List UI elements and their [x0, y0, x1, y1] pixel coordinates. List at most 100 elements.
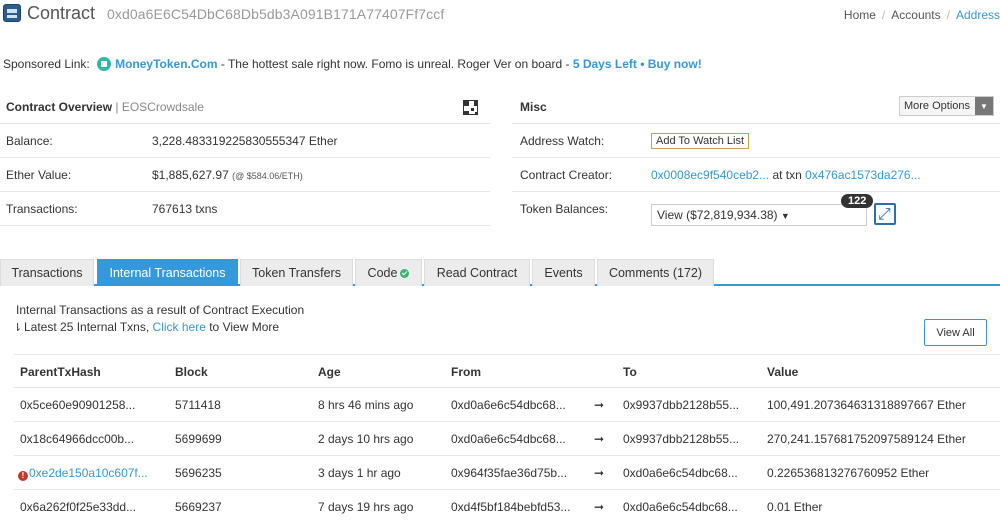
tab-token-transfers[interactable]: Token Transfers [240, 259, 353, 286]
misc-panel: Misc More Options ▼ Address Watch: Add T… [512, 90, 1000, 226]
transactions-label: Transactions: [6, 202, 78, 216]
sponsored-text: - The hottest sale right now. Fomo is un… [217, 57, 573, 71]
moneytoken-logo-icon [97, 57, 112, 71]
transactions-value: 767613 txns [152, 202, 218, 216]
click-here-link[interactable]: Click here [153, 320, 206, 334]
column-header-to: To [623, 365, 637, 379]
sort-icon: ⇂ [13, 321, 23, 334]
tab-internal-transactions[interactable]: Internal Transactions [97, 259, 238, 286]
misc-title: Misc [520, 100, 547, 114]
tab-events[interactable]: Events [532, 259, 595, 286]
balance-label: Balance: [6, 134, 53, 148]
column-header-age: Age [318, 365, 341, 379]
to-address: 0xd0a6e6c54dbc68... [623, 466, 738, 480]
contract-creator-row: Contract Creator: 0x0008ec9f540ceb2... a… [512, 158, 1000, 192]
transactions-row: Transactions: 767613 txns [0, 192, 490, 226]
to-address-link[interactable]: 0x9937dbb2128b55... [623, 432, 739, 446]
contract-creator-label: Contract Creator: [520, 168, 613, 182]
misc-header: Misc More Options ▼ [512, 90, 1000, 124]
block-link[interactable]: 5711418 [175, 398, 221, 412]
page-title: Contract [27, 3, 96, 23]
from-address-link[interactable]: 0xd4f5bf184bebfd53... [451, 500, 570, 514]
sponsored-brand-link[interactable]: MoneyToken.Com [115, 57, 217, 71]
table-header-row: ParentTxHash Block Age From To Value [14, 354, 1000, 387]
table-row: 0x18c64966dcc00b... 5699699 2 days 10 hr… [14, 421, 1000, 455]
balance-row: Balance: 3,228.483319225830555347 Ether [0, 124, 490, 158]
more-options-button[interactable]: More Options ▼ [898, 96, 994, 116]
age: 3 days 1 hr ago [318, 466, 401, 480]
parent-tx-hash-link[interactable]: 0x5ce60e90901258... [20, 398, 135, 412]
arrow-right-icon: ➞ [594, 398, 605, 412]
tab-read-contract[interactable]: Read Contract [424, 259, 530, 286]
breadcrumb-separator: / [881, 8, 886, 22]
ether-rate: (@ $584.06/ETH) [232, 171, 303, 181]
balance-value: 3,228.483319225830555347 Ether [152, 134, 338, 148]
block-link[interactable]: 5699699 [175, 432, 222, 446]
contract-overview-panel: Contract Overview | EOSCrowdsale Balance… [0, 90, 490, 226]
column-header-value: Value [767, 365, 799, 379]
breadcrumb-accounts[interactable]: Accounts [891, 8, 940, 22]
from-address: 0xd0a6e6c54dbc68... [451, 432, 566, 446]
verified-check-icon [400, 268, 410, 278]
page-header: Contract 0xd0a6E6C54DbC68Db5db3A091B171A… [0, 0, 1000, 30]
token-balances-label: Token Balances: [520, 202, 609, 216]
internal-tx-caption: Internal Transactions as a result of Con… [16, 303, 305, 317]
tab-comments[interactable]: Comments (172) [597, 259, 714, 286]
tab-code[interactable]: Code [355, 259, 422, 286]
latest-count-text: Latest 25 Internal Txns, [24, 320, 153, 334]
view-more-text: to View More [205, 320, 280, 334]
address-watch-label: Address Watch: [520, 134, 605, 148]
block-link[interactable]: 5696235 [175, 466, 222, 480]
value: 270,241.157681752097589124 Ether [767, 432, 966, 446]
breadcrumb-home[interactable]: Home [844, 8, 876, 22]
column-header-from: From [451, 365, 481, 379]
parent-tx-hash-link[interactable]: 0x6a262f0f25e33dd... [20, 500, 136, 514]
table-row: 0x6a262f0f25e33dd... 5669237 7 days 19 h… [14, 489, 1000, 522]
sponsored-cta-link[interactable]: 5 Days Left • Buy now! [573, 57, 702, 71]
view-all-button[interactable]: View All [924, 319, 987, 346]
column-header-block: Block [175, 365, 208, 379]
token-balances-selected: View ($72,819,934.38) [657, 208, 778, 222]
address-watch-row: Address Watch: Add To Watch List [512, 124, 1000, 158]
contract-creator-value: 0x0008ec9f540ceb2... at txn 0x476ac1573d… [651, 168, 921, 182]
arrow-right-icon: ➞ [594, 466, 605, 480]
contract-address: 0xd0a6E6C54DbC68Db5db3A091B171A77407Ff7c… [107, 6, 445, 22]
internal-tx-table: ParentTxHash Block Age From To Value 0x5… [14, 354, 1000, 522]
token-balances-dropdown[interactable]: View ($72,819,934.38) ▼ [651, 204, 867, 226]
age: 7 days 19 hrs ago [318, 500, 414, 514]
creator-txn-link[interactable]: 0x476ac1573da276... [805, 168, 920, 182]
qr-code-icon[interactable] [463, 100, 478, 115]
arrow-right-icon: ➞ [594, 500, 605, 514]
creator-address-link[interactable]: 0x0008ec9f540ceb2... [651, 168, 769, 182]
overview-subtitle: | EOSCrowdsale [115, 100, 204, 114]
to-address: 0xd0a6e6c54dbc68... [623, 500, 738, 514]
error-icon: ! [18, 471, 28, 481]
more-options-label: More Options [903, 100, 970, 112]
arrow-right-icon: ➞ [594, 432, 605, 446]
parent-tx-hash-cell: ! 0xe2de150a10c607f... [18, 466, 148, 481]
add-to-watch-list-button[interactable]: Add To Watch List [651, 133, 750, 149]
chevron-down-icon: ▼ [975, 97, 993, 115]
age: 2 days 10 hrs ago [318, 432, 414, 446]
parent-tx-hash-link[interactable]: 0x18c64966dcc00b... [20, 432, 134, 446]
ether-value-label: Ether Value: [6, 168, 72, 182]
breadcrumb-address: Address [955, 8, 1000, 22]
expand-icon[interactable] [874, 203, 896, 225]
table-row: 0x5ce60e90901258... 5711418 8 hrs 46 min… [14, 387, 1000, 421]
value: 0.01 Ether [767, 500, 823, 514]
overview-title: Contract Overview | EOSCrowdsale [6, 100, 204, 114]
tab-transactions[interactable]: Transactions [0, 259, 94, 286]
from-address-link[interactable]: 0x964f35fae36d75b... [451, 466, 567, 480]
value: 0.226536813276760952 Ether [767, 466, 930, 480]
block-link[interactable]: 5669237 [175, 500, 222, 514]
breadcrumb-separator: / [946, 8, 950, 22]
to-address-link[interactable]: 0x9937dbb2128b55... [623, 398, 739, 412]
sponsored-label: Sponsored Link: [3, 57, 90, 71]
parent-tx-hash-link[interactable]: 0xe2de150a10c607f... [29, 466, 148, 480]
breadcrumb: Home / Accounts / Address [844, 8, 1000, 22]
value: 100,491.207364631318897667 Ether [767, 398, 966, 412]
sponsored-link: Sponsored Link: MoneyToken.Com - The hot… [3, 57, 702, 71]
creator-at-txn: at txn [772, 168, 802, 182]
internal-tx-summary: ⇂ Latest 25 Internal Txns, Click here to … [13, 320, 279, 334]
from-address: 0xd0a6e6c54dbc68... [451, 398, 566, 412]
